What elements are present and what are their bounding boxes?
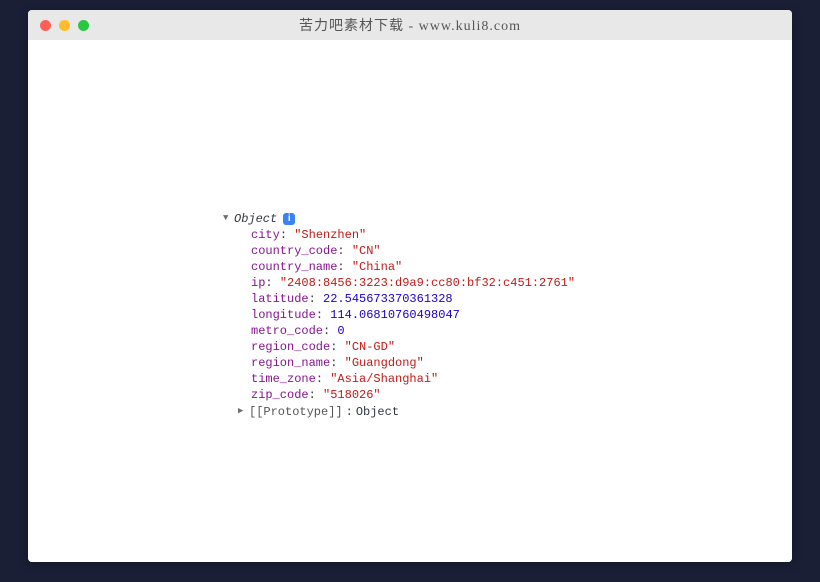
prop-metro-code[interactable]: metro_code: 0 — [251, 323, 792, 339]
prop-latitude[interactable]: latitude: 22.545673370361328 — [251, 291, 792, 307]
info-icon[interactable]: i — [283, 213, 295, 225]
prop-value: "2408:8456:3223:d9a9:cc80:bf32:c451:2761… — [280, 276, 575, 290]
prototype-row[interactable]: [[Prototype]]: Object — [223, 403, 792, 420]
object-properties: city: "Shenzhen" country_code: "CN" coun… — [223, 227, 792, 403]
prop-city[interactable]: city: "Shenzhen" — [251, 227, 792, 243]
titlebar: 苦力吧素材下载 - www.kuli8.com — [28, 10, 792, 40]
object-row[interactable]: Object i — [223, 210, 792, 227]
prop-value: "Asia/Shanghai" — [330, 372, 438, 386]
prop-key: latitude — [251, 292, 309, 306]
prop-time-zone[interactable]: time_zone: "Asia/Shanghai" — [251, 371, 792, 387]
prop-key: country_code — [251, 244, 337, 258]
prop-value: "Shenzhen" — [294, 228, 366, 242]
prop-region-code[interactable]: region_code: "CN-GD" — [251, 339, 792, 355]
prop-zip-code[interactable]: zip_code: "518026" — [251, 387, 792, 403]
prop-country-name[interactable]: country_name: "China" — [251, 259, 792, 275]
prop-value: "China" — [352, 260, 402, 274]
prop-value: "CN" — [352, 244, 381, 258]
prop-value: 114.06810760498047 — [330, 308, 460, 322]
prop-value: "Guangdong" — [345, 356, 424, 370]
prototype-value: Object — [356, 404, 399, 420]
prop-key: zip_code — [251, 388, 309, 402]
prop-key: region_code — [251, 340, 330, 354]
window-controls — [40, 20, 89, 31]
prop-value: 0 — [337, 324, 344, 338]
prop-longitude[interactable]: longitude: 114.06810760498047 — [251, 307, 792, 323]
prop-value: 22.545673370361328 — [323, 292, 453, 306]
close-icon[interactable] — [40, 20, 51, 31]
disclosure-triangle-down-icon[interactable] — [223, 210, 231, 227]
disclosure-triangle-right-icon[interactable] — [238, 403, 246, 420]
prototype-key: [[Prototype]] — [249, 404, 343, 420]
minimize-icon[interactable] — [59, 20, 70, 31]
prop-key: region_name — [251, 356, 330, 370]
prop-key: metro_code — [251, 324, 323, 338]
prop-country-code[interactable]: country_code: "CN" — [251, 243, 792, 259]
prop-key: city — [251, 228, 280, 242]
object-label: Object — [234, 211, 277, 227]
window-title: 苦力吧素材下载 - www.kuli8.com — [28, 15, 792, 35]
prop-value: "518026" — [323, 388, 381, 402]
prop-key: ip — [251, 276, 265, 290]
prop-region-name[interactable]: region_name: "Guangdong" — [251, 355, 792, 371]
prop-key: country_name — [251, 260, 337, 274]
maximize-icon[interactable] — [78, 20, 89, 31]
console-pane: Object i city: "Shenzhen" country_code: … — [28, 40, 792, 562]
prop-key: time_zone — [251, 372, 316, 386]
prop-key: longitude — [251, 308, 316, 322]
prop-value: "CN-GD" — [345, 340, 395, 354]
browser-window: 苦力吧素材下载 - www.kuli8.com Object i city: "… — [28, 10, 792, 562]
prop-ip[interactable]: ip: "2408:8456:3223:d9a9:cc80:bf32:c451:… — [251, 275, 792, 291]
